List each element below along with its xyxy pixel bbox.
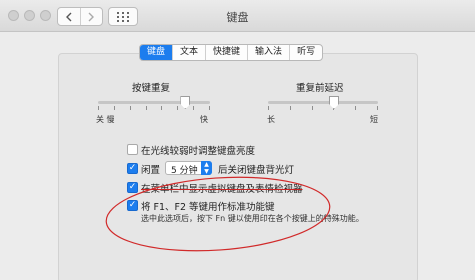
annotation-ellipse — [105, 176, 331, 252]
